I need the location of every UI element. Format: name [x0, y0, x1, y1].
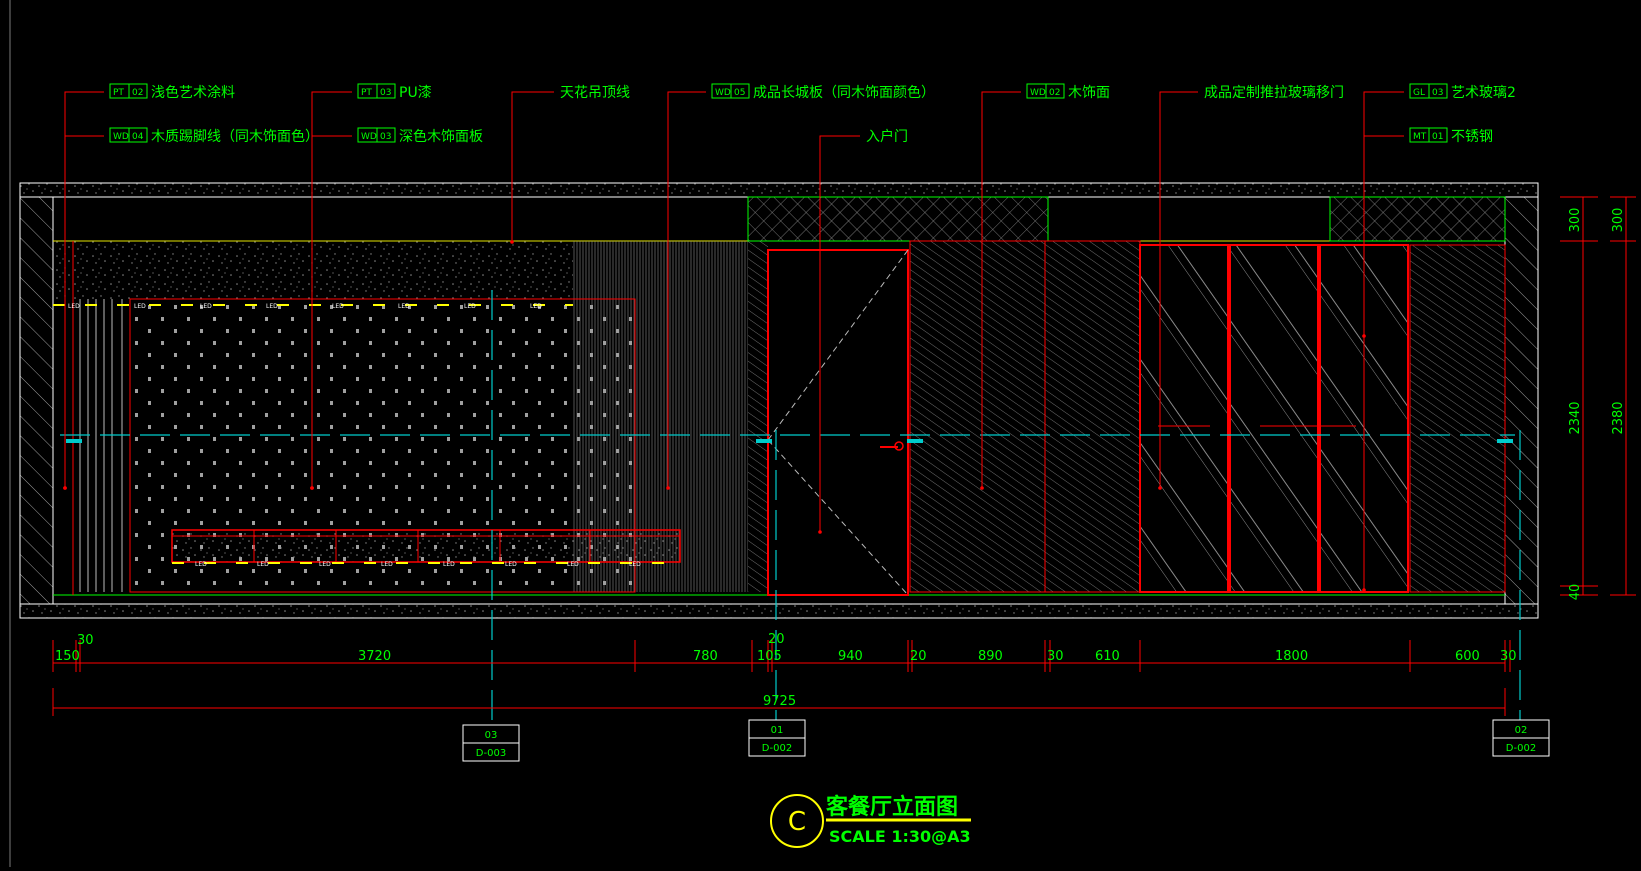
- callout-text: 浅色艺术涂料: [151, 84, 235, 101]
- cad-elevation-drawing: LED LED LED LED LED LED LED LED LED LED LED LED LED…: [0, 0, 1641, 867]
- right-wall-section: [1504, 196, 1539, 605]
- side-panel-right: [1409, 244, 1506, 593]
- led-label: LED: [398, 303, 410, 310]
- section-letter: C: [788, 807, 806, 837]
- callout-text: 入户门: [866, 128, 908, 145]
- dimension-value: 940: [838, 649, 863, 664]
- wood-veneer-panel: [909, 240, 1046, 593]
- section-reference-markers: 03 D-003 01 D-002 02 D-002: [462, 719, 1550, 762]
- elevation-canvas: LED LED LED LED LED LED LED LED LED LED LED LED LED…: [9, 0, 1636, 867]
- dimension-value: 30: [1047, 649, 1064, 664]
- dimension-value: 20: [910, 649, 927, 664]
- material-code: PT: [361, 88, 372, 98]
- art-paint-zone: [53, 241, 573, 299]
- led-label: LED: [319, 561, 331, 568]
- dimension-value-vertical: 300: [1568, 208, 1583, 233]
- led-label: LED: [332, 303, 344, 310]
- led-label: LED: [134, 303, 146, 310]
- led-label: LED: [530, 303, 542, 310]
- bulkhead-right: [1329, 196, 1506, 242]
- material-code: WD: [361, 132, 377, 142]
- material-number: 03: [380, 132, 391, 142]
- material-code: GL: [1413, 88, 1425, 98]
- led-label: LED: [266, 303, 278, 310]
- drawing-title: 客餐厅立面图: [826, 794, 958, 820]
- led-label: LED: [257, 561, 269, 568]
- door-jamb-left: [748, 241, 768, 592]
- led-label: LED: [464, 303, 476, 310]
- section-sheet: D-003: [476, 748, 506, 759]
- drawing-title-block: C 客餐厅立面图 SCALE 1:30@A3: [770, 794, 971, 848]
- wood-veneer-panel-2: [1044, 240, 1141, 593]
- material-number: 02: [1049, 88, 1060, 98]
- material-number: 03: [1432, 88, 1443, 98]
- material-number: 01: [1432, 132, 1443, 142]
- callout-text: 不锈钢: [1451, 129, 1493, 145]
- section-number: 02: [1515, 725, 1528, 736]
- material-number: 05: [734, 88, 745, 98]
- dimension-value: 780: [693, 649, 718, 664]
- sliding-glass-doors: [1139, 244, 1409, 593]
- callout-text: 木饰面: [1068, 85, 1110, 101]
- dimension-value: 20: [768, 632, 785, 647]
- section-number: 03: [485, 730, 498, 741]
- dimension-value-vertical: 40: [1568, 584, 1583, 601]
- dimension-value-vertical: 300: [1611, 208, 1626, 233]
- material-number: 04: [132, 132, 144, 142]
- material-code: WD: [113, 132, 129, 142]
- material-code: PT: [113, 88, 124, 98]
- dimension-value: 610: [1095, 649, 1120, 664]
- section-number: 01: [771, 725, 784, 736]
- entry-door: [767, 249, 909, 596]
- bulkhead-left: [747, 196, 1049, 242]
- dimension-value-vertical: 2380: [1611, 401, 1626, 434]
- callout-text: PU漆: [399, 85, 432, 101]
- dimension-value: 30: [1500, 649, 1517, 664]
- section-sheet: D-002: [762, 743, 792, 754]
- led-label: LED: [68, 303, 80, 310]
- dimension-value: 600: [1455, 649, 1480, 664]
- dimension-value: 150: [55, 649, 80, 664]
- dimension-value: 1800: [1275, 649, 1308, 664]
- left-wall-section: [19, 196, 54, 605]
- led-label: LED: [443, 561, 455, 568]
- ceiling-slab: [19, 182, 1539, 198]
- section-reference: 01 D-002: [748, 719, 806, 757]
- callout-text: 木质踢脚线（同木饰面色）: [151, 128, 319, 145]
- led-label: LED: [381, 561, 393, 568]
- dimension-value: 890: [978, 649, 1003, 664]
- floor-slab: [19, 603, 1539, 619]
- dimension-value: 105: [757, 649, 782, 664]
- led-label: LED: [567, 561, 579, 568]
- callout-text: 天花吊顶线: [560, 85, 630, 101]
- material-number: 02: [132, 88, 143, 98]
- drawing-scale: SCALE 1:30@A3: [829, 827, 971, 846]
- led-label: LED: [505, 561, 517, 568]
- callout-text: 成品长城板（同木饰面颜色）: [753, 84, 935, 101]
- tv-cabinet: [171, 529, 681, 563]
- dimension-value-vertical: 2340: [1568, 401, 1583, 434]
- material-code: WD: [715, 88, 731, 98]
- dimension-value: 30: [77, 633, 94, 648]
- callout-text: 艺术玻璃2: [1451, 84, 1516, 101]
- material-code: WD: [1030, 88, 1046, 98]
- dimension-total: 9725: [763, 694, 796, 709]
- dimension-value: 3720: [358, 649, 391, 664]
- left-trim-strips: [79, 299, 123, 592]
- section-reference: 02 D-002: [1492, 719, 1550, 757]
- callout-text: 深色木饰面板: [399, 128, 483, 145]
- material-number: 03: [380, 88, 391, 98]
- led-label: LED: [200, 303, 212, 310]
- section-reference: 03 D-003: [462, 724, 520, 762]
- material-code: MT: [1413, 132, 1427, 142]
- callout: 天花吊顶线: [510, 85, 630, 244]
- led-label: LED: [629, 561, 641, 568]
- callout-text: 成品定制推拉玻璃移门: [1204, 84, 1344, 101]
- section-sheet: D-002: [1506, 743, 1536, 754]
- led-label: LED: [195, 561, 207, 568]
